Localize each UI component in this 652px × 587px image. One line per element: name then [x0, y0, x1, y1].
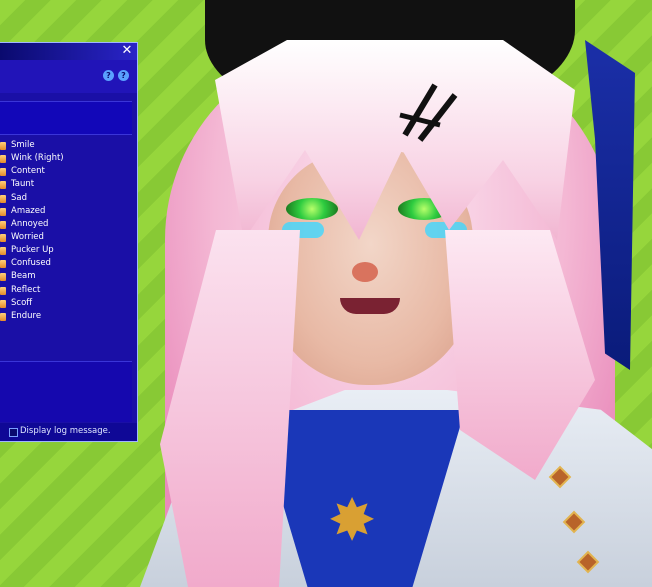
category-banner: [0, 101, 132, 135]
emote-label: Sad: [11, 192, 27, 203]
window-titlebar[interactable]: ✕: [0, 43, 137, 60]
mouth: [340, 298, 400, 314]
emote-icon: [0, 155, 6, 164]
hairclip-icon: [399, 83, 458, 142]
emote-label: Amazed: [11, 205, 46, 216]
emote-icon: [0, 260, 6, 269]
emote-item-reflect[interactable]: Reflect: [0, 284, 132, 297]
emote-icon: [0, 247, 6, 256]
window-footer: Display log message.: [0, 423, 137, 441]
emote-icon: [0, 233, 6, 242]
emote-label: Pucker Up: [11, 245, 54, 256]
emote-label: Annoyed: [11, 218, 49, 229]
emote-label: Content: [11, 166, 45, 177]
display-log-label: Display log message.: [20, 426, 111, 436]
emote-icon: [0, 312, 6, 321]
star-brooch-icon: ✸: [327, 486, 377, 554]
emote-icon: [0, 194, 6, 203]
emote-item-amazed[interactable]: Amazed: [0, 205, 132, 218]
emote-item-worried[interactable]: Worried: [0, 231, 132, 244]
emote-icon: [0, 273, 6, 282]
emote-icon: [0, 220, 6, 229]
left-eye: [286, 198, 338, 220]
window-toolbar: ? ?: [0, 60, 137, 93]
emote-label: Reflect: [11, 284, 41, 295]
nose: [352, 262, 378, 282]
emote-item-beam[interactable]: Beam: [0, 270, 132, 283]
emote-item-annoyed[interactable]: Annoyed: [0, 218, 132, 231]
emote-item-confused[interactable]: Confused: [0, 257, 132, 270]
emote-window: ✕ ? ? Smile Wink (Right) Content Taunt S…: [0, 42, 138, 442]
emote-label: Taunt: [11, 179, 35, 190]
emote-item-smile[interactable]: Smile: [0, 139, 132, 152]
details-panel: [0, 361, 132, 422]
settings-help-button[interactable]: ?: [118, 70, 129, 81]
emote-icon: [0, 207, 6, 216]
emote-label: Wink (Right): [11, 153, 64, 164]
emote-label: Confused: [11, 258, 51, 269]
emote-item-wink-right[interactable]: Wink (Right): [0, 152, 132, 165]
help-button[interactable]: ?: [103, 70, 114, 81]
emote-icon: [0, 181, 6, 190]
emote-icon: [0, 142, 6, 150]
emote-item-taunt[interactable]: Taunt: [0, 178, 132, 191]
emote-item-content[interactable]: Content: [0, 165, 132, 178]
emote-list: Smile Wink (Right) Content Taunt Sad Ama…: [0, 139, 132, 323]
emote-icon: [0, 299, 6, 308]
emote-item-endure[interactable]: Endure: [0, 310, 132, 323]
emote-icon: [0, 168, 6, 177]
close-button[interactable]: ✕: [120, 44, 134, 58]
emote-label: Endure: [11, 310, 42, 321]
emote-item-pucker-up[interactable]: Pucker Up: [0, 244, 132, 257]
gold-studs-icon: [548, 465, 600, 574]
display-log-checkbox[interactable]: [9, 428, 18, 437]
emote-label: Beam: [11, 271, 36, 282]
emote-label: Smile: [11, 140, 35, 150]
emote-item-scoff[interactable]: Scoff: [0, 297, 132, 310]
emote-label: Worried: [11, 231, 44, 242]
emote-label: Scoff: [11, 297, 33, 308]
emote-icon: [0, 286, 6, 295]
emote-item-sad[interactable]: Sad: [0, 192, 132, 205]
